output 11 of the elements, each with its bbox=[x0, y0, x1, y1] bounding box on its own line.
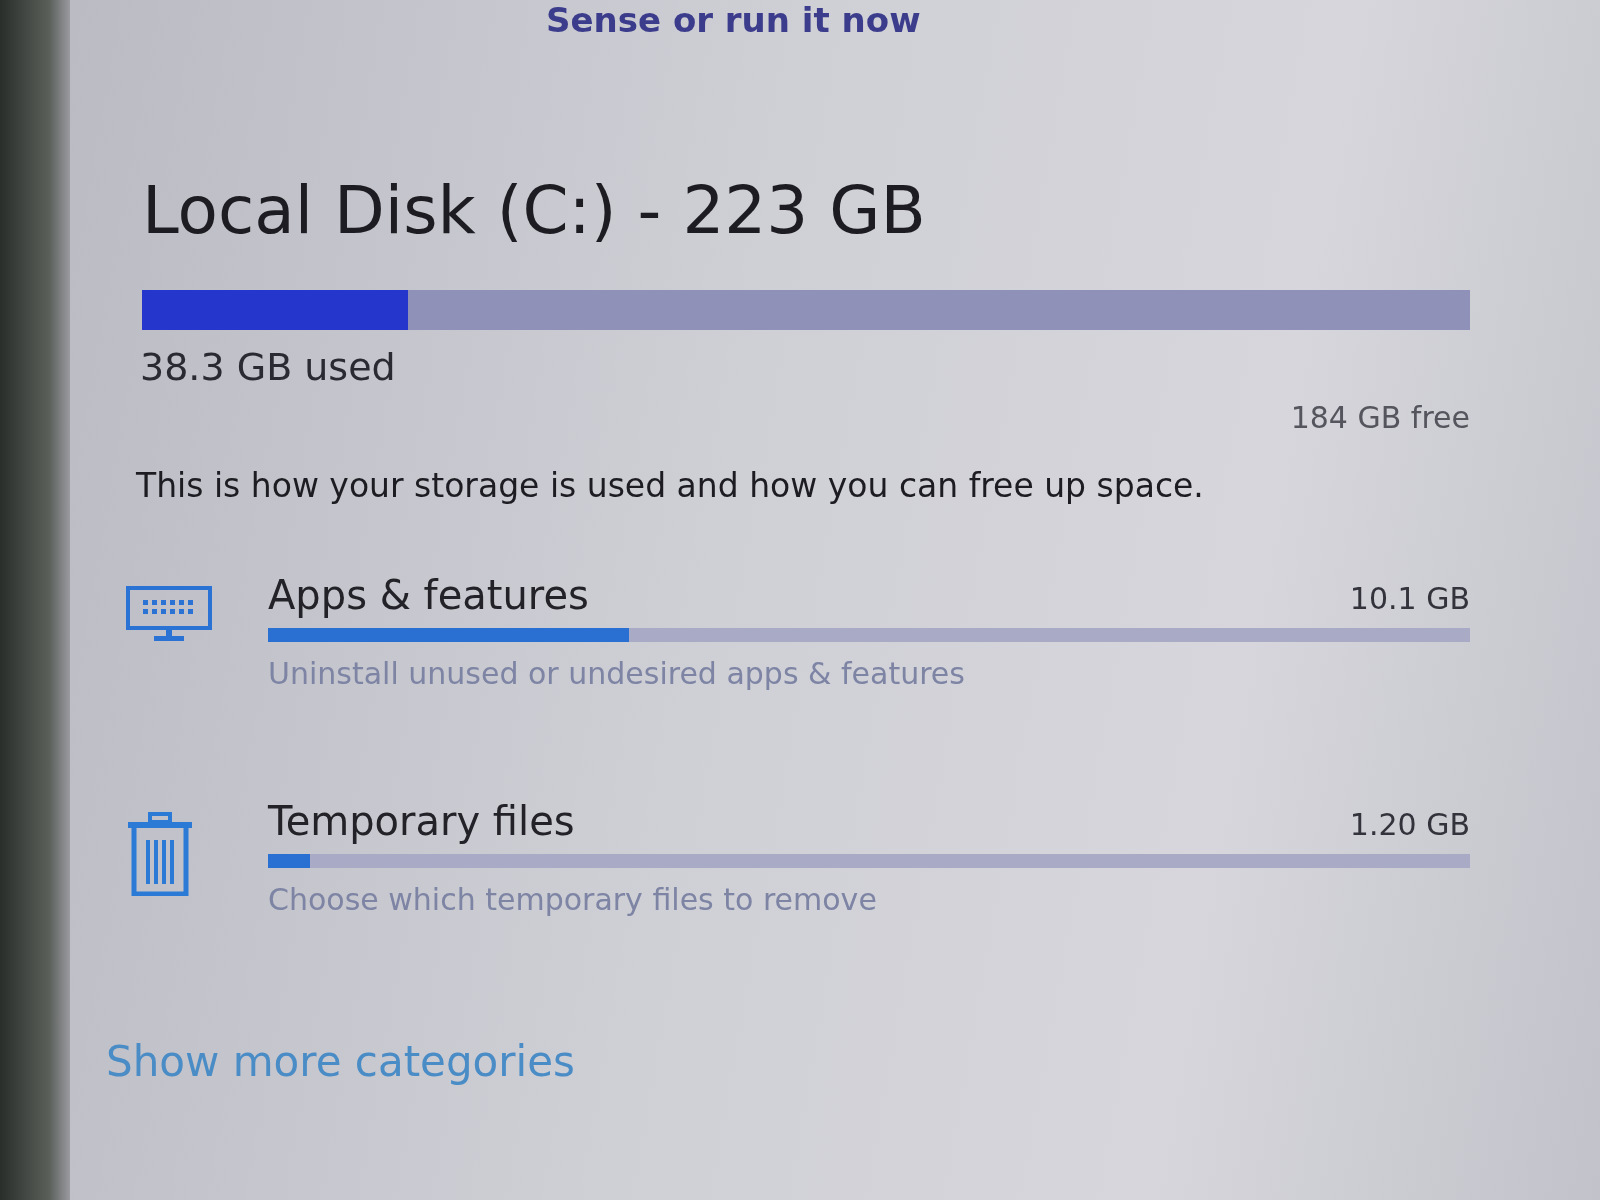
monitor-keyboard-icon bbox=[126, 586, 212, 642]
category-name[interactable]: Temporary files bbox=[268, 794, 575, 848]
storage-sense-link[interactable]: Sense or run it now bbox=[546, 0, 921, 40]
storage-description: This is how your storage is used and how you can free up space. bbox=[136, 465, 1205, 507]
category-size: 10.1 GB bbox=[1349, 580, 1470, 618]
category-size: 1.20 GB bbox=[1349, 806, 1470, 844]
category-name[interactable]: Apps & features bbox=[268, 568, 589, 622]
drive-title: Local Disk (C:) - 223 GB bbox=[142, 171, 927, 251]
used-space-text: 38.3 GB used bbox=[140, 344, 396, 390]
trash-icon bbox=[126, 812, 194, 896]
free-space-text: 184 GB free bbox=[1290, 400, 1470, 436]
